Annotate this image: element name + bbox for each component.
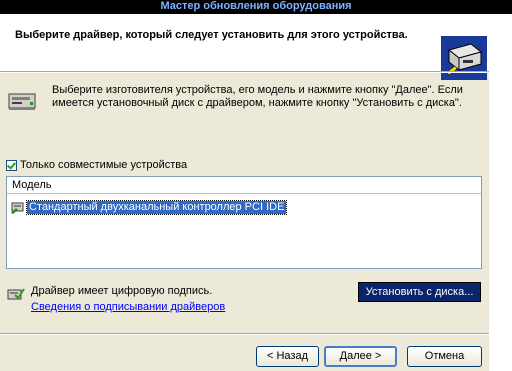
hardware-install-icon: [441, 36, 487, 80]
info-text: Выберите изготовителя устройства, его мо…: [52, 84, 463, 109]
next-button[interactable]: Далее >: [324, 346, 397, 367]
footer-divider: [0, 333, 489, 335]
window-edge: [489, 14, 512, 371]
compatible-only-label[interactable]: Только совместимые устройства: [20, 159, 187, 171]
wizard-header: Выберите драйвер, который следует устано…: [0, 14, 489, 80]
header-divider: [0, 71, 489, 73]
model-list[interactable]: Модель Стандартный двухканальный контрол…: [6, 176, 482, 269]
device-icon: [8, 93, 36, 110]
cancel-button[interactable]: Отмена: [407, 346, 482, 367]
back-button[interactable]: < Назад: [256, 346, 319, 367]
compatible-only-row[interactable]: Только совместимые устройства: [6, 159, 187, 171]
have-disk-button[interactable]: Установить с диска...: [358, 282, 481, 302]
header-title: Выберите драйвер, который следует устано…: [15, 29, 408, 41]
list-item[interactable]: Стандартный двухканальный контроллер PCI…: [11, 199, 288, 215]
signed-driver-icon: [7, 288, 25, 300]
list-item-label[interactable]: Стандартный двухканальный контроллер PCI…: [25, 199, 288, 215]
controller-icon: [11, 202, 24, 214]
window-title: Мастер обновления оборудования: [0, 0, 512, 14]
signed-text: Драйвер имеет цифровую подпись.: [31, 285, 213, 297]
column-header-model[interactable]: Модель: [7, 177, 481, 194]
compatible-only-checkbox[interactable]: [6, 159, 17, 171]
driver-signing-link[interactable]: Сведения о подписывании драйверов: [31, 301, 225, 313]
